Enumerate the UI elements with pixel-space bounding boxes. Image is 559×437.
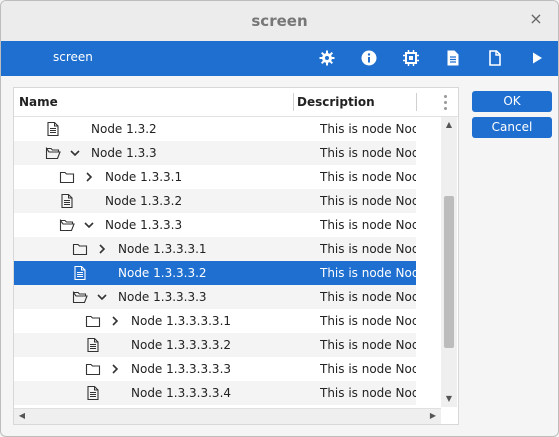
chevron-right-icon[interactable] [83, 170, 95, 184]
tree-row-label: Node 1.3.3.2 [105, 194, 183, 208]
chip-icon[interactable] [402, 49, 420, 67]
chevron-down-icon[interactable] [83, 218, 95, 232]
tree-row-description: This is node Nod [320, 170, 416, 184]
file-icon [59, 193, 75, 209]
tree-row[interactable]: Node 1.3.2 This is node Nod [14, 117, 416, 141]
tree-row-description: This is node Nod [320, 314, 416, 328]
tree-row[interactable]: Node 1.3.3.3 This is node Nod [14, 213, 416, 237]
chevron-down-icon[interactable] [69, 146, 81, 160]
tree-row-description: This is node Nod [320, 194, 416, 208]
column-divider[interactable] [416, 93, 417, 111]
tree-row-description: This is node Nod [320, 290, 416, 304]
close-button[interactable]: × [527, 10, 545, 28]
column-header-name[interactable]: Name [19, 95, 58, 109]
gear-icon[interactable] [318, 49, 336, 67]
tree-rows: Node 1.3.2 This is node Nod Node 1.3.3 This… [14, 117, 416, 407]
tree-row[interactable]: Node 1.3.3.3.1 This is node Nod [14, 237, 416, 261]
folder-icon [85, 361, 101, 377]
column-header-description[interactable]: Description [297, 95, 375, 109]
tree-row-description: This is node Nod [320, 218, 416, 232]
tree-row-label: Node 1.3.2 [91, 122, 157, 136]
column-divider[interactable] [293, 93, 294, 111]
chevron-right-icon[interactable] [109, 362, 121, 376]
tree-row[interactable]: Node 1.3.3.3.3.4 This is node Nod [14, 381, 416, 405]
ok-button[interactable]: OK [472, 91, 552, 112]
scroll-down-arrow-icon[interactable]: ▼ [444, 394, 454, 404]
tree-row[interactable]: Node 1.3.3.3.3 This is node Nod [14, 285, 416, 309]
tree-row[interactable]: Node 1.3.3.2 This is node Nod [14, 189, 416, 213]
folder-icon [72, 241, 88, 257]
play-icon[interactable] [528, 49, 546, 67]
dialog-window: screen × screen Name Description Node 1.… [0, 0, 559, 437]
tree-row-description: This is node Nod [320, 146, 416, 160]
tree-row-description: This is node Nod [320, 242, 416, 256]
tree-row-description: This is node Nod [320, 122, 416, 136]
tree-row-label: Node 1.3.3.3.3.1 [131, 314, 232, 328]
tree-row-label: Node 1.3.3 [91, 146, 157, 160]
folder-icon [85, 313, 101, 329]
tree-row-label: Node 1.3.3.3.3.3 [131, 362, 232, 376]
file-icon [72, 265, 88, 281]
scroll-up-arrow-icon[interactable]: ▲ [444, 120, 454, 130]
tree-row[interactable]: Node 1.3.3.1 This is node Nod [14, 165, 416, 189]
folder-open-icon [72, 289, 88, 305]
info-icon[interactable] [360, 49, 378, 67]
chevron-right-icon[interactable] [109, 314, 121, 328]
tree-row-description: This is node Nod [320, 362, 416, 376]
toolbar: screen [1, 41, 558, 76]
tree-row-label: Node 1.3.3.3.2 [118, 266, 207, 280]
tree-row-description: This is node Nod [320, 386, 416, 400]
tree-row-label: Node 1.3.3.3 [105, 218, 183, 232]
folder-open-icon [45, 145, 61, 161]
file-icon [45, 121, 61, 137]
tree-row-label: Node 1.3.3.1 [105, 170, 183, 184]
cancel-button[interactable]: Cancel [472, 117, 552, 138]
tree-row[interactable]: Node 1.3.3 This is node Nod [14, 141, 416, 165]
chevron-down-icon[interactable] [96, 290, 108, 304]
tree-row-description: This is node Nod [320, 266, 416, 280]
toolbar-label: screen [53, 50, 93, 64]
tree-row[interactable]: Node 1.3.3.3.3.3 This is node Nod [14, 357, 416, 381]
vertical-scrollbar[interactable]: ▲ ▼ [441, 117, 457, 407]
tree-row-label: Node 1.3.3.3.3.2 [131, 338, 232, 352]
tree-row-description: This is node Nod [320, 338, 416, 352]
tree-row-label: Node 1.3.3.3.3 [118, 290, 207, 304]
file-icon [85, 337, 101, 353]
file-icon [85, 385, 101, 401]
folder-icon [59, 169, 75, 185]
scroll-right-arrow-icon[interactable]: ▶ [428, 411, 438, 421]
scroll-left-arrow-icon[interactable]: ◀ [17, 411, 27, 421]
document-icon[interactable] [444, 49, 462, 67]
tree-view[interactable]: Name Description Node 1.3.2 This is node … [13, 87, 459, 425]
blank-document-icon[interactable] [486, 49, 504, 67]
window-title: screen [251, 12, 308, 30]
tree-row-label: Node 1.3.3.3.1 [118, 242, 207, 256]
horizontal-scrollbar[interactable]: ◀ ▶ [14, 408, 441, 424]
folder-open-icon [59, 217, 75, 233]
vertical-scroll-thumb[interactable] [444, 196, 454, 348]
tree-row[interactable]: Node 1.3.3.3.3.1 This is node Nod [14, 309, 416, 333]
chevron-right-icon[interactable] [96, 242, 108, 256]
tree-header: Name Description [14, 88, 458, 117]
column-menu-icon[interactable] [444, 93, 448, 111]
tree-row-label: Node 1.3.3.3.3.4 [131, 386, 232, 400]
title-bar: screen × [1, 1, 558, 42]
tree-row[interactable]: Node 1.3.3.3.3.2 This is node Nod [14, 333, 416, 357]
tree-row-selected[interactable]: Node 1.3.3.3.2 This is node Nod [14, 261, 416, 285]
